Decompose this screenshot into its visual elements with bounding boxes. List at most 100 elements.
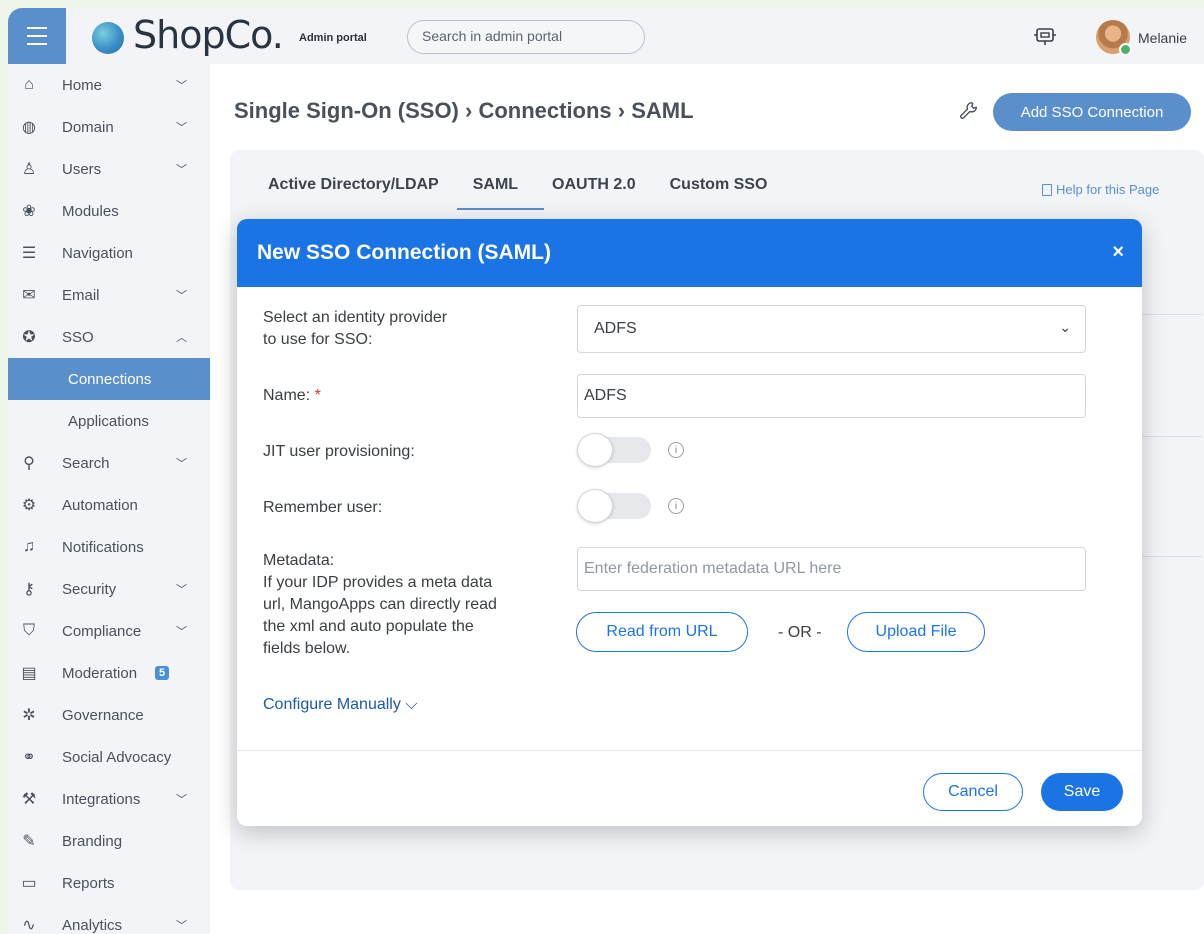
- sidebar-item-integrations[interactable]: ⚒ Integrations ﹀: [8, 778, 210, 820]
- sidebar-item-moderation[interactable]: ▤ Moderation 5: [8, 652, 210, 694]
- breadcrumb: Single Sign-On (SSO) › Connections › SAM…: [234, 98, 694, 123]
- idp-label-line: to use for SSO:: [263, 331, 373, 348]
- sidebar-item-label: Analytics: [62, 916, 123, 934]
- online-status-icon: [1119, 43, 1132, 56]
- chevron-down-icon[interactable]: ﹀: [176, 917, 187, 933]
- metadata-url-input[interactable]: Enter federation metadata URL here: [577, 547, 1086, 591]
- sidebar-item-automation[interactable]: ⚙ Automation: [8, 484, 210, 526]
- sidebar-item-connections[interactable]: Connections: [8, 358, 210, 400]
- name-field[interactable]: ADFS: [577, 374, 1086, 418]
- save-button[interactable]: Save: [1041, 773, 1123, 811]
- info-icon[interactable]: i: [668, 498, 684, 514]
- toggle-knob: [577, 433, 613, 467]
- chatbot-icon[interactable]: [1033, 24, 1057, 48]
- chevron-down-icon: ⌄: [1059, 319, 1071, 335]
- sidebar-item-governance[interactable]: ✲ Governance: [8, 694, 210, 736]
- chevron-down-icon[interactable]: ﹀: [176, 77, 187, 93]
- search-input[interactable]: Search in admin portal: [407, 20, 645, 54]
- name-label: Name: *: [263, 385, 321, 407]
- tab-saml[interactable]: SAML: [456, 176, 545, 210]
- username[interactable]: Melanie: [1138, 30, 1187, 46]
- close-icon[interactable]: ×: [1112, 241, 1124, 264]
- wrench-icon: ⚒: [21, 791, 37, 808]
- envelope-icon: ✉: [22, 287, 36, 304]
- upload-file-button[interactable]: Upload File: [847, 612, 985, 652]
- user-icon: ♙: [21, 161, 37, 178]
- sidebar-item-label: Moderation: [62, 664, 138, 682]
- identity-provider-select[interactable]: ADFS ⌄: [577, 305, 1086, 353]
- app-window: ShopCo. Admin portal Search in admin por…: [8, 8, 1204, 934]
- read-from-url-button[interactable]: Read from URL: [576, 612, 748, 652]
- info-icon[interactable]: i: [668, 442, 684, 458]
- divider: [1142, 314, 1202, 315]
- configure-manually-label: Configure Manually: [263, 696, 401, 713]
- key-icon: ⚷: [23, 581, 35, 598]
- menu-icon[interactable]: [8, 8, 66, 64]
- chevron-down-icon[interactable]: ﹀: [176, 119, 187, 135]
- chevron-down-icon[interactable]: ﹀: [176, 455, 187, 471]
- add-sso-connection-button[interactable]: Add SSO Connection: [993, 93, 1191, 131]
- sidebar-item-reports[interactable]: ▭ Reports: [8, 862, 210, 904]
- sidebar-item-home[interactable]: ⌂ Home ﹀: [8, 64, 210, 106]
- sidebar-item-navigation[interactable]: ☰ Navigation: [8, 232, 210, 274]
- metadata-help-line: If your IDP provides a meta data: [263, 574, 493, 591]
- configure-manually-link[interactable]: Configure Manually ⌵: [263, 696, 417, 714]
- sidebar-item-label: Governance: [62, 706, 144, 724]
- sidebar-item-label: Users: [62, 160, 102, 178]
- sidebar-item-security[interactable]: ⚷ Security ﹀: [8, 568, 210, 610]
- sidebar-item-applications[interactable]: Applications: [8, 400, 210, 442]
- sidebar-item-social-advocacy[interactable]: ⚭ Social Advocacy: [8, 736, 210, 778]
- tab-custom-sso[interactable]: Custom SSO: [670, 176, 768, 208]
- chevron-down-icon[interactable]: ﹀: [176, 287, 187, 303]
- sidebar-item-label: Integrations: [62, 790, 141, 808]
- logo-text: ShopCo.: [133, 13, 284, 57]
- metadata-help-line: url, MangoApps can directly read: [263, 596, 497, 613]
- sidebar-item-label: Search: [62, 454, 110, 472]
- portal-label: Admin portal: [299, 32, 367, 44]
- remember-user-toggle[interactable]: [577, 489, 651, 523]
- sidebar: ⌂ Home ﹀ ◍ Domain ﹀ ♙ Users ﹀ ❀ Modules ☰ Navigation…: [8, 64, 210, 934]
- sidebar-item-label: Notifications: [62, 538, 144, 556]
- sidebar-item-branding[interactable]: ✎ Branding: [8, 820, 210, 862]
- cancel-button[interactable]: Cancel: [923, 773, 1023, 811]
- chevron-down-icon[interactable]: ﹀: [176, 581, 187, 597]
- chevron-down-icon[interactable]: ﹀: [176, 791, 187, 807]
- sidebar-item-sso[interactable]: ✪ SSO ︿: [8, 316, 210, 358]
- remember-label: Remember user:: [263, 499, 383, 516]
- jit-toggle[interactable]: [577, 433, 651, 467]
- sidebar-item-label: Security: [62, 580, 117, 598]
- avatar[interactable]: [1096, 20, 1132, 56]
- list-icon: ☰: [21, 245, 37, 262]
- metadata-title: Metadata:: [263, 552, 335, 569]
- sidebar-item-analytics[interactable]: ∿ Analytics ﹀: [8, 904, 210, 934]
- help-link[interactable]: Help for this Page: [1042, 182, 1159, 197]
- sidebar-item-label: Domain: [62, 118, 114, 136]
- bell-icon: ♫: [23, 538, 35, 555]
- tab-oauth[interactable]: OAUTH 2.0: [552, 176, 636, 208]
- sidebar-item-users[interactable]: ♙ Users ﹀: [8, 148, 210, 190]
- sidebar-item-search[interactable]: ⚲ Search ﹀: [8, 442, 210, 484]
- wrench-icon[interactable]: [958, 100, 980, 122]
- chart-icon: ∿: [22, 917, 36, 934]
- document-icon: [1042, 183, 1052, 196]
- cog-icon: ✲: [22, 707, 36, 724]
- count-badge: 5: [155, 666, 170, 680]
- sidebar-item-modules[interactable]: ❀ Modules: [8, 190, 210, 232]
- chevron-up-icon[interactable]: ︿: [176, 329, 187, 345]
- idp-label-line: Select an identity provider: [263, 309, 448, 326]
- idp-label: Select an identity provider to use for S…: [263, 307, 447, 351]
- gears-icon: ⚙: [21, 497, 37, 514]
- divider: [1142, 556, 1202, 557]
- sidebar-item-compliance[interactable]: ⛉ Compliance ﹀: [8, 610, 210, 652]
- tab-active-directory[interactable]: Active Directory/LDAP: [268, 176, 439, 208]
- chevron-down-icon[interactable]: ﹀: [176, 623, 187, 639]
- report-icon: ▭: [21, 875, 37, 892]
- sidebar-item-email[interactable]: ✉ Email ﹀: [8, 274, 210, 316]
- chevron-down-icon[interactable]: ﹀: [176, 161, 187, 177]
- sidebar-item-notifications[interactable]: ♫ Notifications: [8, 526, 210, 568]
- divider: [1142, 436, 1202, 437]
- sidebar-item-domain[interactable]: ◍ Domain ﹀: [8, 106, 210, 148]
- metadata-label: Metadata: If your IDP provides a meta da…: [263, 550, 497, 660]
- toggle-knob: [577, 489, 613, 523]
- required-marker: *: [314, 387, 321, 404]
